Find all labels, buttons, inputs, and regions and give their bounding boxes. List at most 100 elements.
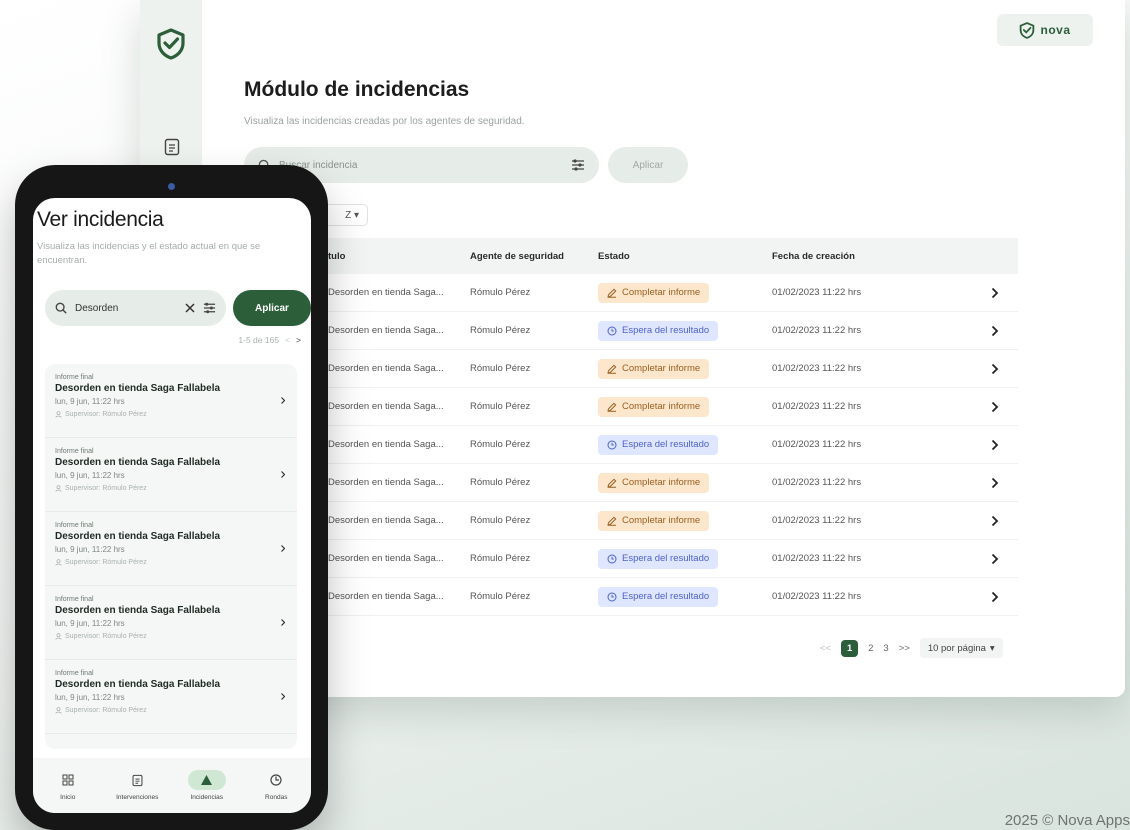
status-badge: Completar informe bbox=[598, 282, 710, 303]
person-icon bbox=[55, 707, 62, 714]
item-supervisor: Supervisor: Rómulo Pérez bbox=[55, 559, 297, 566]
nav-item-rondas[interactable]: Rondas bbox=[244, 770, 308, 801]
cell-date: 01/02/2023 11:22 hrs bbox=[772, 515, 862, 526]
chevron-right-icon[interactable] bbox=[991, 515, 999, 527]
item-date: lun, 9 jun, 11:22 hrs bbox=[55, 545, 125, 554]
chevron-right-icon[interactable] bbox=[991, 439, 999, 451]
cell-status: Completar informe bbox=[598, 510, 772, 531]
brand-badge: nova bbox=[997, 14, 1093, 46]
page-button-1[interactable]: 1 bbox=[841, 639, 859, 657]
item-supervisor-text: Supervisor: Rómulo Pérez bbox=[65, 559, 147, 566]
page-button-2[interactable]: 2 bbox=[868, 643, 873, 654]
cell-status: Completar informe bbox=[598, 396, 772, 417]
chevron-right-icon[interactable] bbox=[991, 363, 999, 375]
table-row[interactable]: Desorden en tienda Saga... Rómulo Pérez Es… bbox=[310, 426, 1018, 464]
person-icon bbox=[55, 411, 62, 418]
chevron-right-icon[interactable] bbox=[991, 477, 999, 489]
cell-date: 01/02/2023 11:22 hrs bbox=[772, 287, 862, 298]
cell-agent: Rómulo Pérez bbox=[470, 477, 531, 488]
table-row[interactable]: Desorden en tienda Saga... Rómulo Pérez Co… bbox=[310, 350, 1018, 388]
cell-date: 01/02/2023 11:22 hrs bbox=[772, 439, 862, 450]
chevron-right-icon[interactable] bbox=[281, 693, 285, 700]
status-badge: Espera del resultado bbox=[598, 320, 719, 341]
table-row[interactable]: Desorden en tienda Saga... Rómulo Pérez Co… bbox=[310, 502, 1018, 540]
table-row[interactable]: Desorden en tienda Saga... Rómulo Pérez Es… bbox=[310, 540, 1018, 578]
table-row[interactable]: Desorden en tienda Saga... Rómulo Pérez Co… bbox=[310, 274, 1018, 312]
nav-item-intervenciones[interactable]: Intervenciones bbox=[105, 770, 169, 801]
apply-button[interactable]: Aplicar bbox=[608, 147, 688, 183]
chevron-right-icon[interactable] bbox=[991, 401, 999, 413]
item-supervisor: Supervisor: Rómulo Pérez bbox=[55, 485, 297, 492]
list-item[interactable]: Informe final Desorden en tienda Saga Fal… bbox=[45, 660, 297, 734]
cell-title: Desorden en tienda Saga... bbox=[328, 363, 444, 374]
mobile-apply-button[interactable]: Aplicar bbox=[233, 290, 311, 326]
item-supervisor-text: Supervisor: Rómulo Pérez bbox=[65, 633, 147, 640]
col-header-status[interactable]: Estado bbox=[598, 251, 772, 262]
chevron-right-icon[interactable] bbox=[991, 553, 999, 565]
list-item[interactable]: Informe final Desorden en tienda Saga Fal… bbox=[45, 512, 297, 586]
cell-agent: Rómulo Pérez bbox=[470, 591, 531, 602]
status-label: Espera del resultado bbox=[622, 325, 710, 336]
chevron-right-icon[interactable] bbox=[991, 325, 999, 337]
chevron-down-icon: ▾ bbox=[351, 209, 359, 221]
prev-page-button[interactable]: << bbox=[820, 643, 831, 654]
document-icon[interactable] bbox=[164, 138, 180, 156]
pencil-icon bbox=[607, 516, 617, 526]
clock-icon bbox=[607, 592, 617, 601]
col-header-agent[interactable]: Agente de seguridad bbox=[470, 251, 598, 262]
table-header: tulo Agente de seguridad Estado Fecha de… bbox=[310, 238, 1018, 274]
page-button-3[interactable]: 3 bbox=[883, 643, 888, 654]
nav-item-incidencias[interactable]: Incidencias bbox=[175, 770, 239, 801]
shield-logo-icon[interactable] bbox=[156, 28, 186, 60]
chevron-right-icon[interactable] bbox=[281, 619, 285, 626]
col-header-date[interactable]: Fecha de creación bbox=[772, 251, 972, 262]
chevron-right-icon[interactable] bbox=[281, 471, 285, 478]
cell-status: Espera del resultado bbox=[598, 320, 772, 341]
mobile-search-input[interactable]: Desorden bbox=[45, 290, 226, 326]
list-item[interactable]: Informe final Desorden en tienda Saga Fal… bbox=[45, 438, 297, 512]
clock-icon bbox=[257, 770, 295, 790]
chevron-left-icon[interactable]: < bbox=[285, 335, 290, 345]
item-date: lun, 9 jun, 11:22 hrs bbox=[55, 397, 125, 406]
cell-date: 01/02/2023 11:22 hrs bbox=[772, 591, 862, 602]
item-supervisor: Supervisor: Rómulo Pérez bbox=[55, 411, 297, 418]
filter-icon[interactable] bbox=[203, 302, 216, 314]
status-badge: Espera del resultado bbox=[598, 434, 719, 455]
status-label: Completar informe bbox=[622, 515, 701, 526]
mobile-page-title: Ver incidencia bbox=[37, 208, 164, 231]
nav-item-inicio[interactable]: Inicio bbox=[36, 770, 100, 801]
cell-status: Espera del resultado bbox=[598, 434, 772, 455]
mobile-search-value: Desorden bbox=[75, 302, 119, 314]
phone-screen: Ver incidencia Visualiza las incidencias… bbox=[33, 198, 311, 813]
cell-title: Desorden en tienda Saga... bbox=[328, 287, 444, 298]
item-tag: Informe final bbox=[55, 522, 94, 529]
item-date: lun, 9 jun, 11:22 hrs bbox=[55, 693, 125, 702]
table-row[interactable]: Desorden en tienda Saga... Rómulo Pérez Co… bbox=[310, 388, 1018, 426]
filter-icon[interactable] bbox=[571, 159, 585, 171]
status-label: Espera del resultado bbox=[622, 439, 710, 450]
col-header-title[interactable]: tulo bbox=[310, 251, 470, 262]
pencil-icon bbox=[607, 478, 617, 488]
status-label: Completar informe bbox=[622, 287, 701, 298]
chevron-right-icon[interactable] bbox=[281, 545, 285, 552]
table-row[interactable]: Desorden en tienda Saga... Rómulo Pérez Es… bbox=[310, 578, 1018, 616]
next-page-button[interactable]: >> bbox=[899, 643, 910, 654]
per-page-select[interactable]: 10 por página ▾ bbox=[919, 638, 1003, 658]
item-tag: Informe final bbox=[55, 448, 94, 455]
chevron-right-icon[interactable] bbox=[991, 287, 999, 299]
cell-title: Desorden en tienda Saga... bbox=[328, 477, 444, 488]
chevron-right-icon[interactable] bbox=[281, 397, 285, 404]
document-icon bbox=[118, 770, 156, 790]
chevron-right-icon[interactable]: > bbox=[296, 335, 301, 345]
chevron-right-icon[interactable] bbox=[991, 591, 999, 603]
list-item[interactable]: Informe final Desorden en tienda Saga Fal… bbox=[45, 586, 297, 660]
warning-icon bbox=[187, 770, 226, 790]
brand-wordmark: nova bbox=[1040, 23, 1071, 37]
clear-icon[interactable] bbox=[185, 303, 195, 313]
table-row[interactable]: Desorden en tienda Saga... Rómulo Pérez Co… bbox=[310, 464, 1018, 502]
item-title: Desorden en tienda Saga Fallabela bbox=[55, 605, 221, 616]
table-row[interactable]: Desorden en tienda Saga... Rómulo Pérez Es… bbox=[310, 312, 1018, 350]
search-icon bbox=[55, 302, 67, 314]
list-item[interactable]: Informe final Desorden en tienda Saga Fal… bbox=[45, 364, 297, 438]
nav-item-label: Intervenciones bbox=[116, 794, 159, 801]
